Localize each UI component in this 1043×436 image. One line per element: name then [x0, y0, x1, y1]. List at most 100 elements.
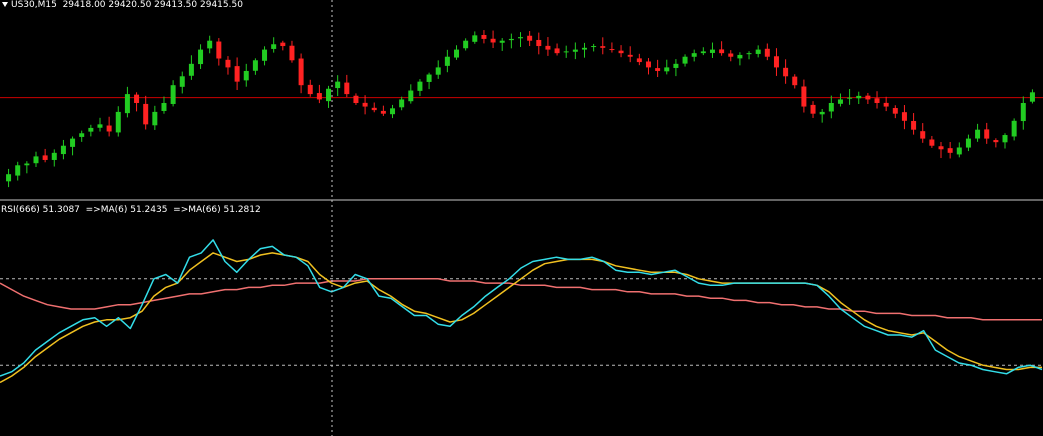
candle-body — [783, 67, 789, 77]
candle — [399, 96, 405, 111]
candle-body — [1020, 103, 1026, 122]
candle — [975, 123, 981, 142]
candle — [417, 79, 423, 97]
symbol-header: US30,M15 29418.00 29420.50 29413.50 2941… — [2, 0, 243, 11]
candle — [627, 46, 633, 63]
candle — [6, 168, 12, 188]
candle-body — [225, 59, 231, 68]
candle-body — [115, 111, 121, 133]
candle — [536, 32, 542, 55]
candle — [481, 30, 487, 44]
candle-body — [33, 156, 39, 164]
candle-body — [801, 86, 807, 107]
candle — [773, 48, 779, 76]
candle — [783, 59, 789, 84]
candle — [1011, 118, 1017, 141]
candle — [243, 63, 249, 87]
candle-body — [6, 174, 12, 182]
rsi-pane[interactable] — [0, 239, 1043, 384]
dropdown-triangle-icon[interactable] — [2, 2, 8, 7]
candle-body — [673, 63, 679, 68]
candle — [426, 72, 432, 90]
candle — [463, 38, 469, 51]
chart-canvas — [0, 0, 1043, 436]
price-pane[interactable] — [0, 30, 1043, 188]
candle — [947, 142, 953, 159]
candle — [170, 80, 176, 107]
candle-body — [60, 145, 66, 155]
candle-body — [892, 108, 898, 114]
candle-body — [618, 50, 624, 54]
candle-body — [664, 67, 670, 72]
candle-body — [316, 93, 322, 100]
candle-body — [911, 120, 917, 130]
candle-body — [298, 58, 304, 86]
candle — [15, 161, 21, 181]
candle — [673, 59, 679, 77]
candle — [993, 138, 999, 148]
candle-body — [728, 53, 734, 57]
candle — [152, 105, 158, 130]
candle-body — [984, 129, 990, 139]
candle-body — [792, 76, 798, 86]
candle-body — [572, 49, 578, 52]
candle — [600, 37, 606, 55]
candle-body — [865, 95, 871, 100]
candle — [810, 101, 816, 118]
ma-fast-line — [0, 252, 1042, 384]
candle — [326, 85, 332, 108]
candle — [700, 47, 706, 56]
candle-body — [426, 74, 432, 82]
candle — [938, 141, 944, 159]
candle-body — [188, 63, 194, 76]
candle-body — [856, 95, 862, 99]
candle-body — [134, 94, 140, 103]
candle-body — [691, 53, 697, 57]
candle-body — [454, 49, 460, 58]
candle-body — [847, 97, 853, 99]
candle — [737, 52, 743, 66]
candle-body — [417, 81, 423, 91]
candle — [454, 45, 460, 60]
candle — [289, 40, 295, 63]
candle — [920, 123, 926, 143]
candle — [792, 74, 798, 89]
candle — [645, 58, 651, 75]
candle — [837, 93, 843, 107]
candle — [134, 92, 140, 112]
candle-body — [481, 35, 487, 39]
candle-body — [536, 39, 542, 47]
candle — [856, 91, 862, 104]
candle-body — [463, 40, 469, 49]
candle-body — [307, 84, 313, 95]
candle — [636, 53, 642, 66]
candle — [472, 31, 478, 44]
candle-body — [106, 125, 112, 132]
candle-body — [262, 49, 268, 61]
candle — [161, 96, 167, 114]
candle-body — [956, 147, 962, 155]
candle — [874, 91, 880, 109]
candle — [124, 86, 130, 118]
candle — [847, 89, 853, 105]
candle — [691, 49, 697, 62]
candle — [581, 42, 587, 58]
candle-body — [764, 48, 770, 57]
candle-body — [1002, 135, 1008, 143]
candle — [911, 113, 917, 135]
candle-body — [24, 163, 30, 166]
candle — [216, 38, 222, 66]
candle-body — [207, 40, 213, 49]
candle-body — [70, 138, 76, 147]
candle — [42, 148, 48, 163]
candle-body — [737, 54, 743, 59]
candle-body — [965, 138, 971, 148]
candle-body — [88, 127, 94, 132]
candle-body — [719, 49, 725, 54]
candle — [179, 71, 185, 94]
candle — [316, 84, 322, 104]
candle — [755, 45, 761, 58]
candle — [435, 60, 441, 79]
candle — [865, 92, 871, 104]
candle — [335, 75, 341, 97]
